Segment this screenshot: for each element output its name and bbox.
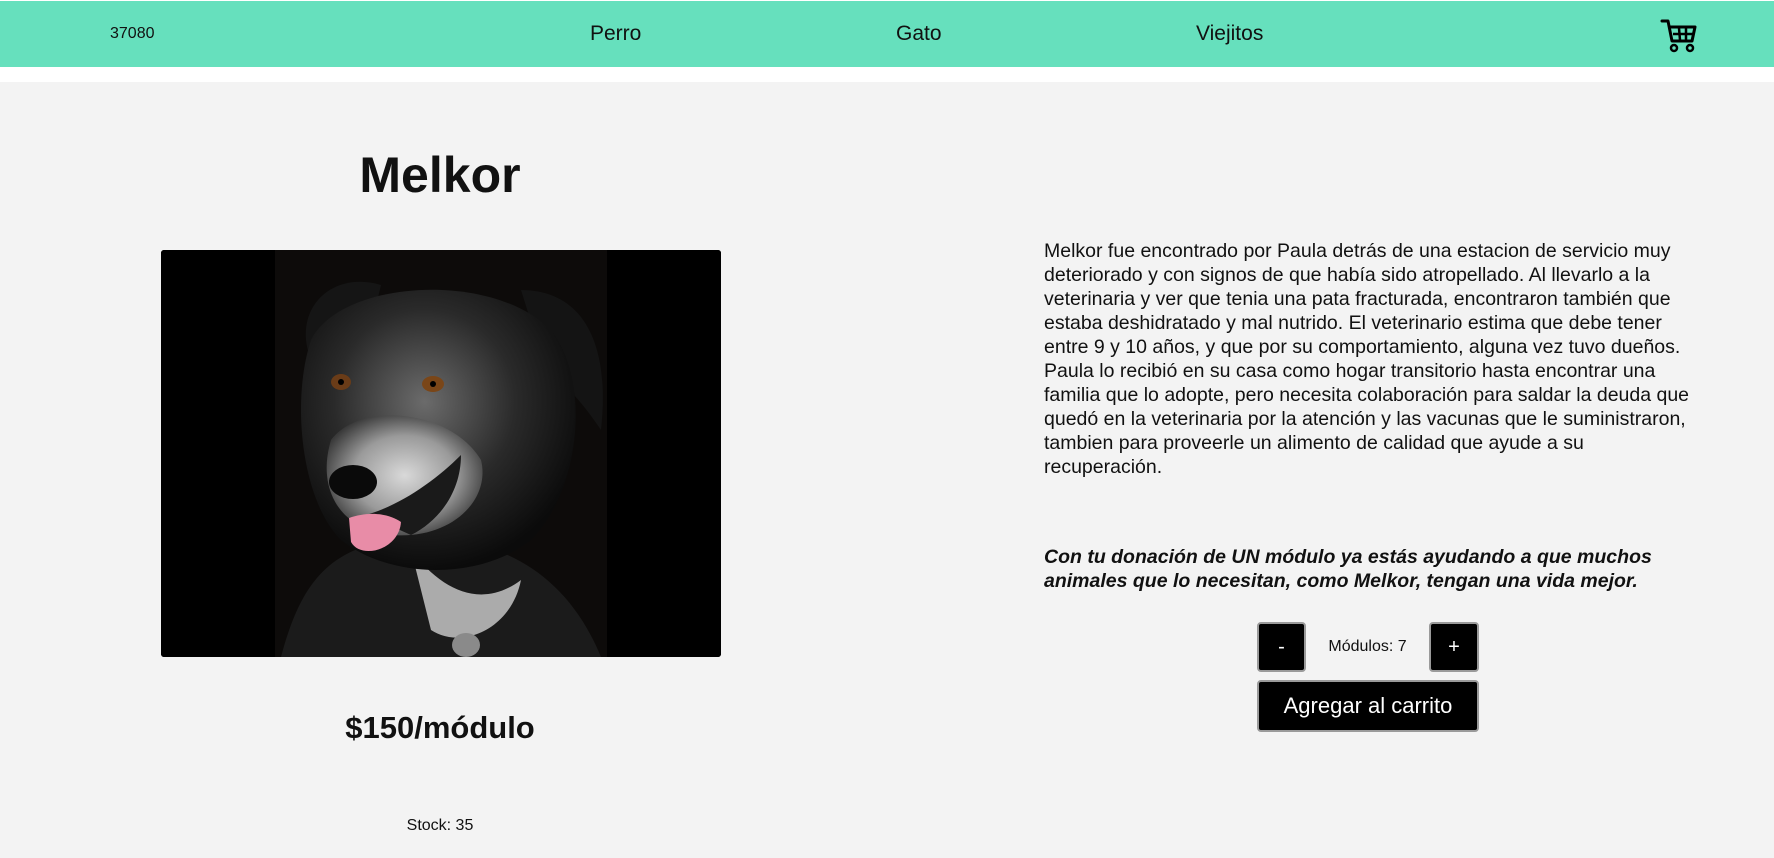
- modules-count: Módulos: 7: [1328, 638, 1407, 655]
- pet-photo: [161, 250, 721, 657]
- stock-count: Stock: 35: [406, 817, 474, 834]
- nav-link-perro[interactable]: Perro: [590, 22, 641, 46]
- add-to-cart-button[interactable]: Agregar al carrito: [1257, 680, 1479, 732]
- pet-description: Melkor fue encontrado por Paula detrás d…: [1044, 240, 1690, 478]
- top-navbar: 37080 Perro Gato Viejitos: [0, 1, 1774, 67]
- donation-call-to-action: Con tu donación de UN módulo ya estás ay…: [1044, 546, 1652, 592]
- increase-modules-button[interactable]: +: [1429, 622, 1479, 672]
- dog-image: [161, 250, 721, 657]
- shopping-cart-icon-graphic: [1660, 19, 1697, 53]
- decrease-modules-button[interactable]: -: [1257, 622, 1306, 672]
- shopping-cart-icon[interactable]: [1660, 17, 1698, 53]
- nav-link-viejitos[interactable]: Viejitos: [1196, 22, 1263, 46]
- price-per-module: $150/módulo: [345, 710, 535, 745]
- product-detail: Melkor $150/módulo Stock: 35 Melkor fue …: [0, 82, 1774, 858]
- pet-name-heading: Melkor: [359, 147, 521, 203]
- header-code: 37080: [110, 25, 155, 42]
- nav-link-gato[interactable]: Gato: [896, 22, 942, 46]
